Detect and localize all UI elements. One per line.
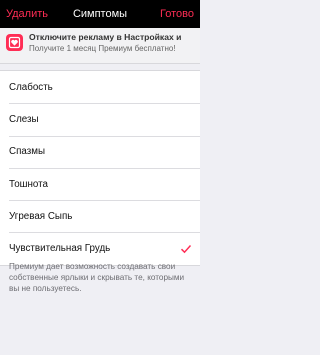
symptom-row[interactable]: Чувствительная Грудь — [0, 232, 200, 264]
symptom-row[interactable]: Спазмы — [0, 135, 200, 168]
navbar: Удалить Симптомы Готово — [0, 0, 200, 28]
premium-note: Премиум дает возможность создавать свои … — [9, 262, 185, 293]
promo-title: Отключите рекламу в Настройках и — [29, 32, 182, 42]
promo-subtitle: Получите 1 месяц Премиум бесплатно! — [29, 44, 176, 53]
symptom-row[interactable]: Угревая Сыпь — [0, 200, 200, 232]
checkmark-icon — [180, 244, 192, 253]
symptom-list: Слабость Слезы Спазмы Тошнота Угревая Сыпь Чу… — [0, 70, 200, 266]
symptom-label: Слезы — [9, 113, 39, 125]
promo-text: Отключите рекламу в Настройках и Получит… — [29, 32, 181, 55]
symptom-row[interactable]: Тошнота — [0, 167, 200, 200]
delete-button[interactable]: Удалить — [6, 8, 48, 20]
symptom-row[interactable]: Слабость — [0, 71, 200, 103]
done-button[interactable]: Готово — [160, 8, 194, 20]
promo-banner[interactable]: Отключите рекламу в Настройках и Получит… — [0, 28, 200, 64]
symptom-label: Угревая Сыпь — [9, 210, 73, 222]
symptom-label: Чувствительная Грудь — [9, 243, 111, 255]
heart-icon — [6, 34, 23, 51]
symptom-label: Слабость — [9, 81, 53, 93]
symptom-row[interactable]: Слезы — [0, 103, 200, 135]
symptom-label: Тошнота — [9, 178, 48, 190]
symptom-label: Спазмы — [9, 146, 45, 158]
